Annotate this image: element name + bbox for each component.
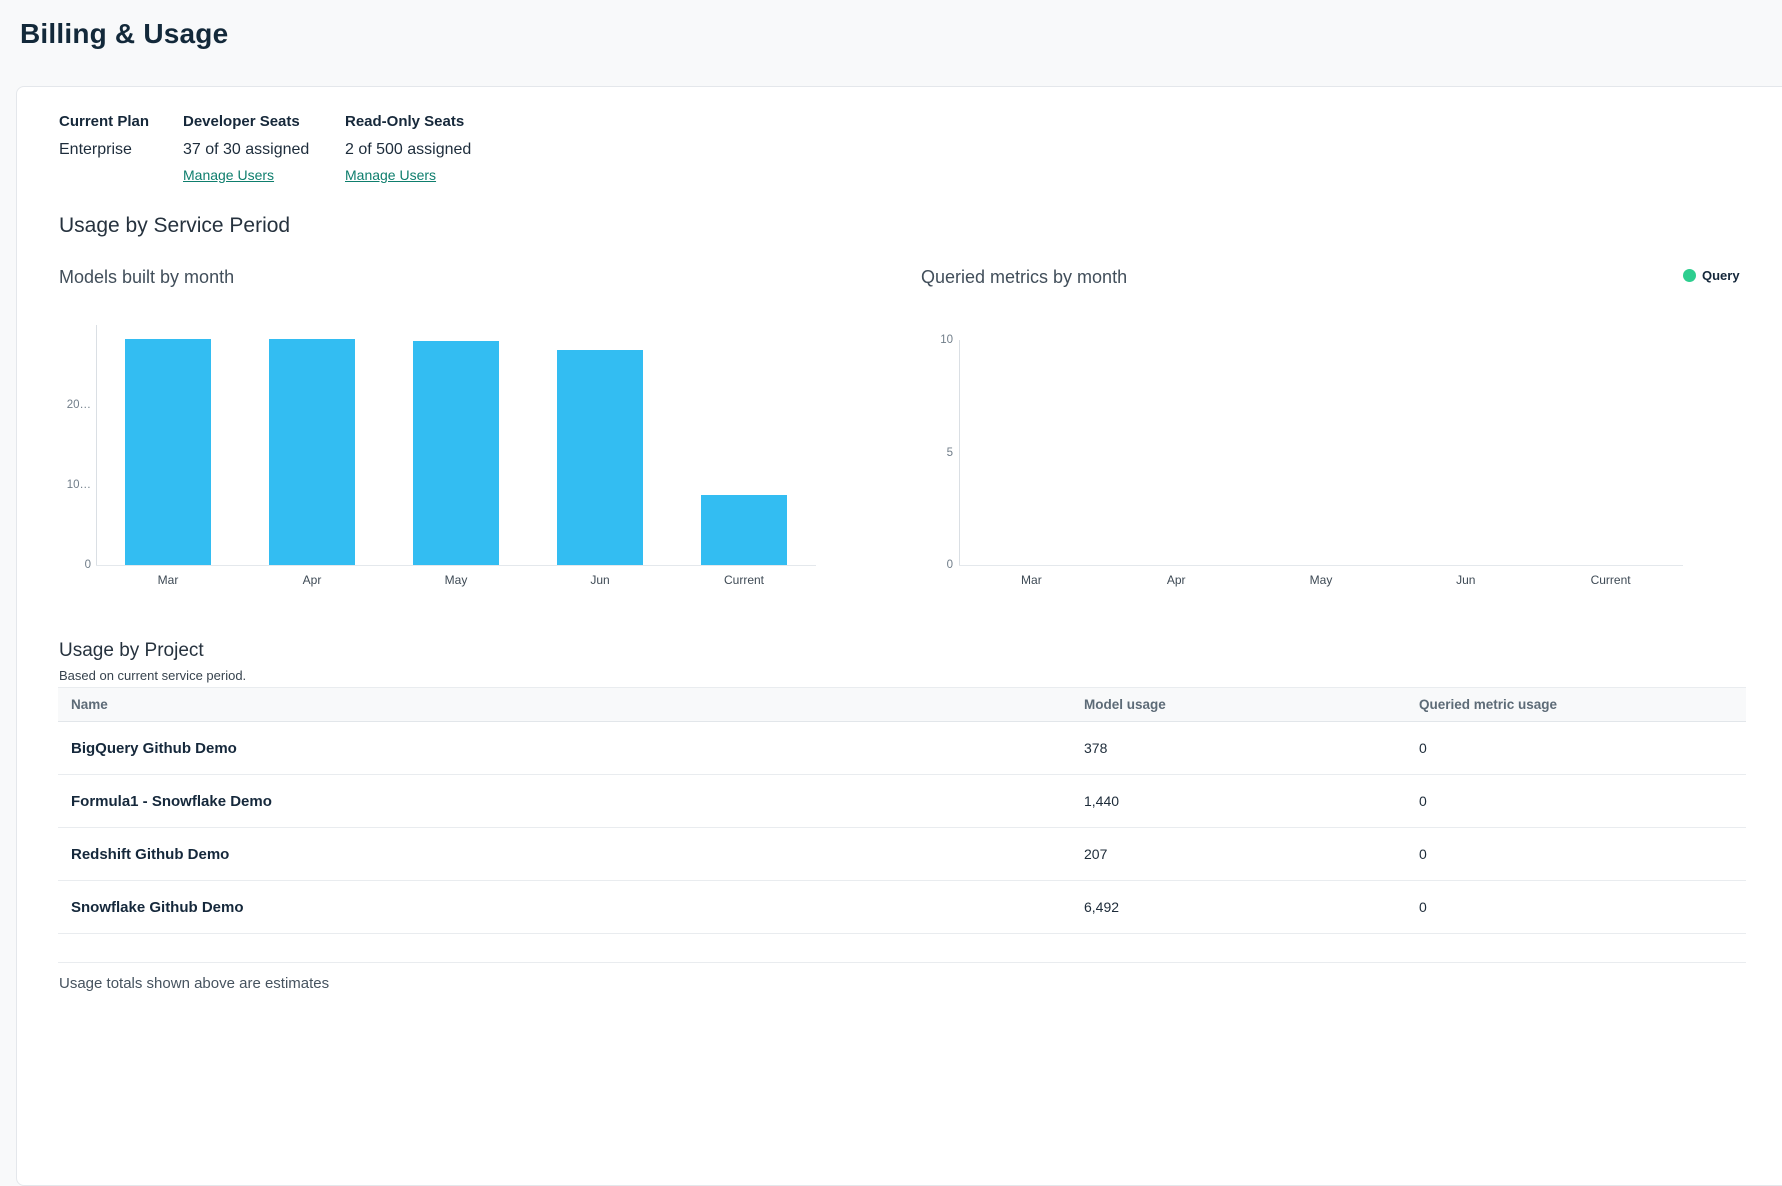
model-usage-value: 378 (1071, 722, 1406, 775)
page-title: Billing & Usage (20, 18, 228, 50)
x-tick-label: Apr (1141, 573, 1211, 587)
bar[interactable] (701, 495, 787, 565)
y-tick-label: 20… (51, 399, 91, 411)
queried-metric-usage-value: 0 (1406, 828, 1746, 881)
x-tick-label: Jun (565, 573, 635, 587)
page-header: Billing & Usage (0, 0, 1782, 86)
table-row: Snowflake Github Demo 6,492 0 (58, 881, 1746, 934)
y-axis-line (96, 325, 97, 565)
x-tick-label: Jun (1431, 573, 1501, 587)
readonly-seats-label: Read-Only Seats (345, 113, 471, 130)
developer-seats-label: Developer Seats (183, 113, 309, 130)
usage-by-service-period-title: Usage by Service Period (59, 214, 290, 238)
column-header-name: Name (58, 688, 1071, 722)
queried-metric-usage-value: 0 (1406, 775, 1746, 828)
usage-by-project-title: Usage by Project (59, 640, 204, 662)
table-end-divider (58, 962, 1746, 963)
current-plan-label: Current Plan (59, 113, 149, 130)
y-tick-label: 0 (51, 559, 91, 571)
table-header-row: Name Model usage Queried metric usage (58, 688, 1746, 722)
bar[interactable] (413, 341, 499, 565)
project-name: Formula1 - Snowflake Demo (58, 775, 1071, 828)
y-tick-label: 0 (913, 559, 953, 571)
x-tick-label: May (1286, 573, 1356, 587)
x-tick-label: Current (709, 573, 779, 587)
x-tick-label: May (421, 573, 491, 587)
billing-card: Current Plan Enterprise Developer Seats … (16, 86, 1782, 1186)
y-tick-label: 10 (913, 334, 953, 346)
manage-users-link-readonly[interactable]: Manage Users (345, 167, 436, 183)
x-axis-line (959, 565, 1683, 566)
table-row: BigQuery Github Demo 378 0 (58, 722, 1746, 775)
table-row: Formula1 - Snowflake Demo 1,440 0 (58, 775, 1746, 828)
model-usage-value: 207 (1071, 828, 1406, 881)
current-plan-value: Enterprise (59, 141, 149, 159)
queried-metrics-chart-title: Queried metrics by month (921, 267, 1127, 288)
x-tick-label: Mar (133, 573, 203, 587)
column-header-queried-metric-usage: Queried metric usage (1406, 688, 1746, 722)
readonly-seats-value: 2 of 500 assigned (345, 141, 471, 159)
column-header-model-usage: Model usage (1071, 688, 1406, 722)
usage-totals-footnote: Usage totals shown above are estimates (59, 975, 329, 992)
model-usage-value: 6,492 (1071, 881, 1406, 934)
legend-query: Query (1683, 268, 1740, 283)
model-usage-value: 1,440 (1071, 775, 1406, 828)
legend-label: Query (1702, 268, 1740, 283)
usage-by-project-table: Name Model usage Queried metric usage Bi… (58, 687, 1746, 934)
developer-seats-value: 37 of 30 assigned (183, 141, 309, 159)
table-row: Redshift Github Demo 207 0 (58, 828, 1746, 881)
queried-metric-usage-value: 0 (1406, 881, 1746, 934)
readonly-seats-block: Read-Only Seats 2 of 500 assigned Manage… (345, 113, 471, 185)
models-built-chart-title: Models built by month (59, 267, 234, 288)
y-tick-label: 10… (51, 479, 91, 491)
legend-dot-icon (1683, 269, 1696, 282)
x-axis-line (96, 565, 816, 566)
x-tick-label: Current (1576, 573, 1646, 587)
bar[interactable] (557, 350, 643, 565)
developer-seats-block: Developer Seats 37 of 30 assigned Manage… (183, 113, 309, 185)
project-name: Snowflake Github Demo (58, 881, 1071, 934)
project-name: BigQuery Github Demo (58, 722, 1071, 775)
usage-by-project-subtitle: Based on current service period. (59, 668, 246, 683)
x-tick-label: Mar (996, 573, 1066, 587)
current-plan-block: Current Plan Enterprise (59, 113, 149, 159)
bar[interactable] (125, 339, 211, 565)
manage-users-link-developer[interactable]: Manage Users (183, 167, 274, 183)
queried-metric-usage-value: 0 (1406, 722, 1746, 775)
y-axis-line (959, 340, 960, 565)
project-name: Redshift Github Demo (58, 828, 1071, 881)
bar[interactable] (269, 339, 355, 565)
y-tick-label: 5 (913, 447, 953, 459)
x-tick-label: Apr (277, 573, 347, 587)
